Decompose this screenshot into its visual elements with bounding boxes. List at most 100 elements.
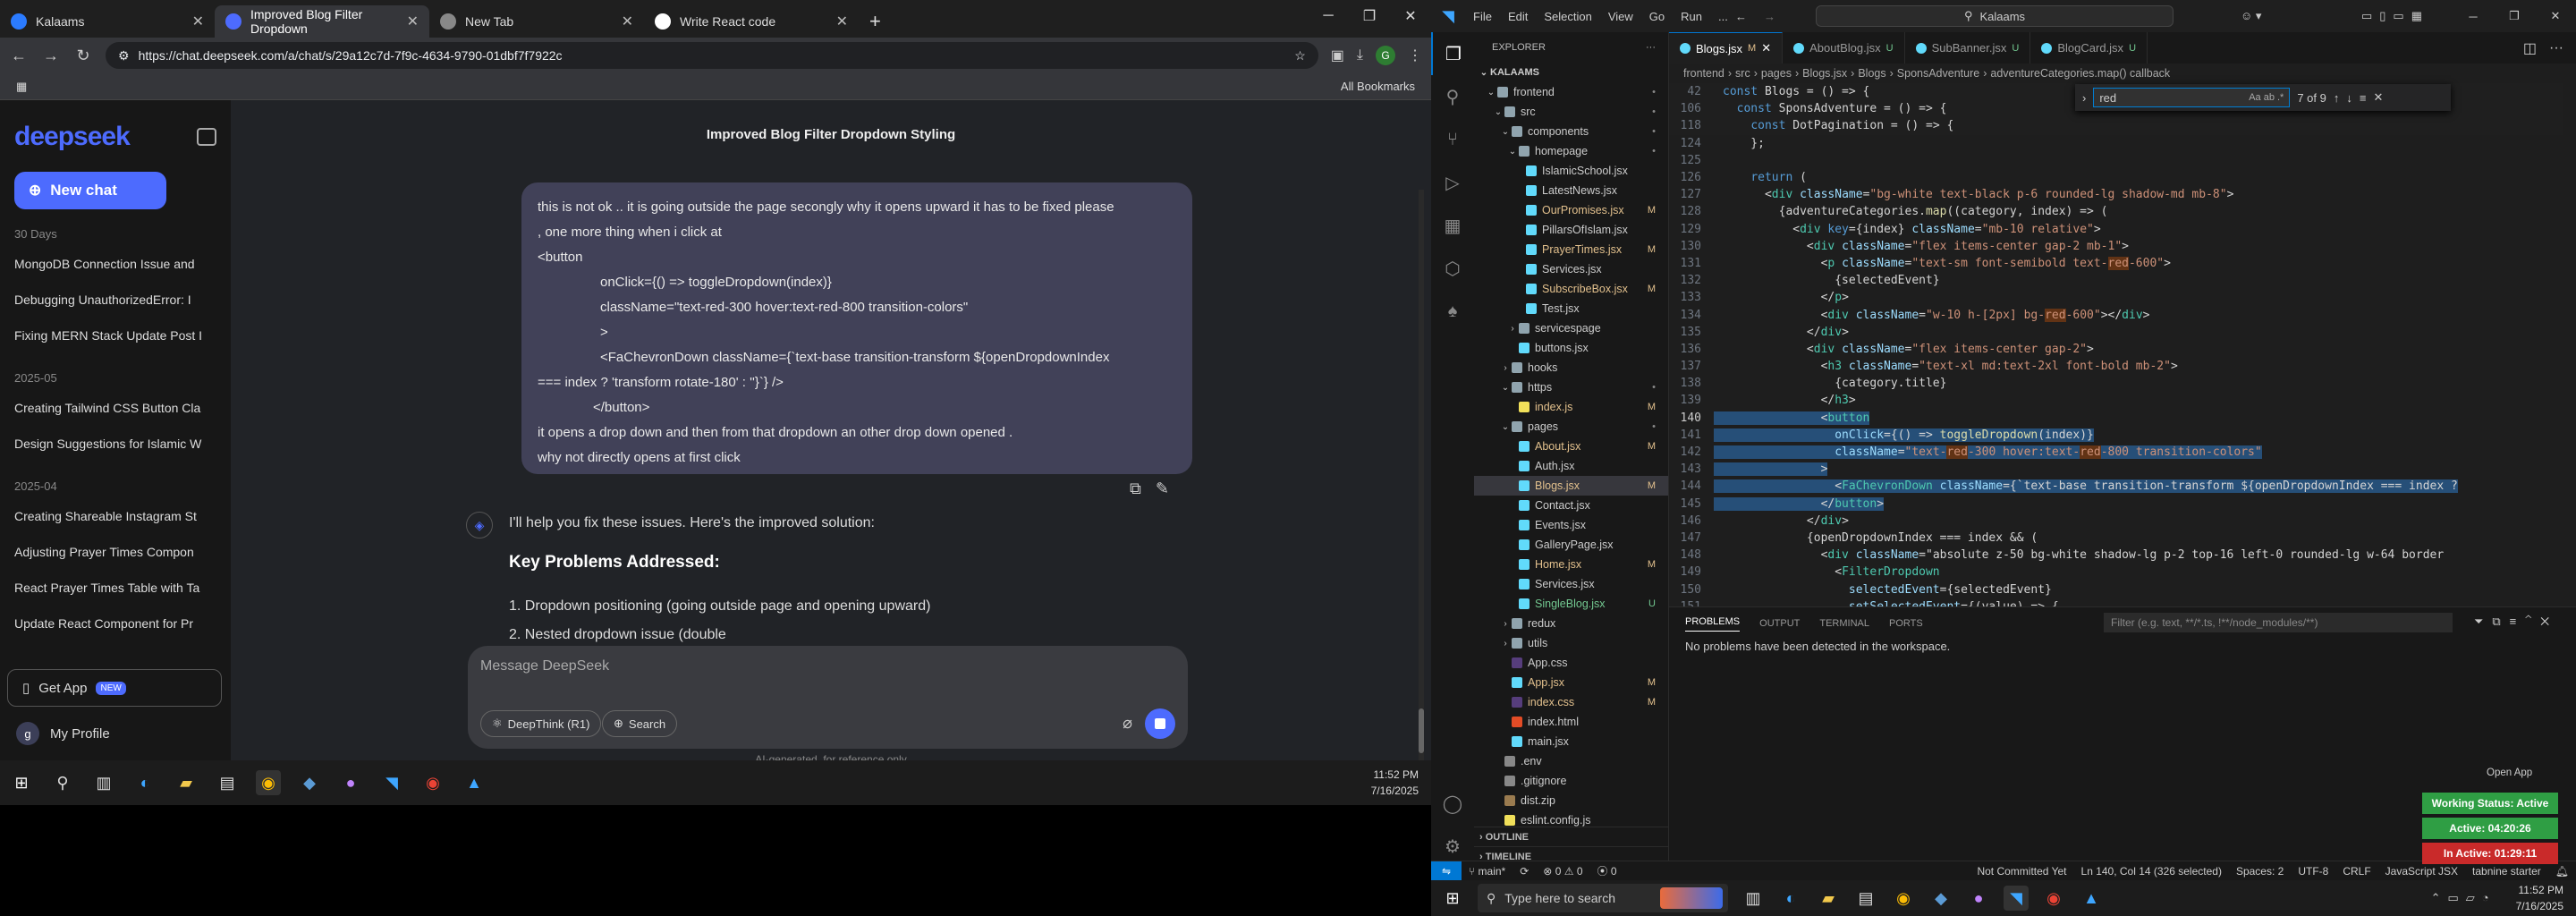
code-line[interactable]: 130 <div className="flex items-center ga…	[1669, 238, 2563, 255]
run-debug-icon[interactable]: ▷	[1431, 161, 1474, 204]
code-line[interactable]: 125	[1669, 152, 2563, 169]
code-line[interactable]: 144 <FaChevronDown className={`text-base…	[1669, 478, 2563, 495]
deepthink-toggle[interactable]: ⚛ DeepThink (R1)	[480, 710, 602, 737]
task-view-icon[interactable]: ▥	[91, 770, 116, 795]
tree-file[interactable]: index.js M	[1474, 397, 1668, 417]
editor-tab-subbanner[interactable]: SubBanner.jsx U	[1905, 32, 2031, 64]
tree-file[interactable]: dist.zip	[1474, 791, 1668, 810]
tree-file[interactable]: About.jsx M	[1474, 437, 1668, 456]
chrome-icon[interactable]: ◉	[256, 770, 281, 795]
new-tab-button[interactable]: +	[859, 5, 892, 38]
my-profile[interactable]: g My Profile	[16, 722, 110, 745]
code-line[interactable]: 131 <p className="text-sm font-semibold …	[1669, 255, 2563, 272]
code-line[interactable]: 151 setSelectedEvent={(value) => {	[1669, 598, 2563, 606]
minimize-icon[interactable]: ─	[2453, 0, 2494, 32]
history-item[interactable]: Fixing MERN Stack Update Post I	[14, 318, 216, 353]
history-item[interactable]: Debugging UnauthorizedError: I	[14, 282, 216, 318]
chrome-icon[interactable]: ◉	[420, 770, 445, 795]
split-editor-icon[interactable]: ◫	[2523, 39, 2537, 57]
tree-file[interactable]: .gitignore	[1474, 771, 1668, 791]
editor-tab-blogcard[interactable]: BlogCard.jsx U	[2030, 32, 2148, 64]
close-find-icon[interactable]: ✕	[2373, 90, 2383, 105]
breadcrumb-item[interactable]: frontend	[1683, 67, 1724, 80]
code-line[interactable]: 141 onClick={() => toggleDropdown(index)…	[1669, 427, 2563, 444]
tree-folder[interactable]: › redux	[1474, 614, 1668, 633]
maximize-icon[interactable]: ❐	[1349, 0, 1390, 32]
tree-file[interactable]: App.css	[1474, 653, 1668, 673]
tab-kalaams[interactable]: Kalaams ✕	[0, 5, 215, 38]
find-in-selection-icon[interactable]: ≡	[2360, 91, 2367, 105]
tree-folder[interactable]: ⌄ https •	[1474, 377, 1668, 397]
code-line[interactable]: 139 </h3>	[1669, 392, 2563, 409]
menu-more[interactable]: ...	[1710, 10, 1736, 23]
code-line[interactable]: 150 selectedEvent={selectedEvent}	[1669, 581, 2563, 598]
collapse-sidebar-icon[interactable]	[197, 128, 216, 146]
code-line[interactable]: 134 <div className="w-10 h-[2px] bg-red-…	[1669, 306, 2563, 323]
remote-icon[interactable]: ⇋	[1431, 861, 1462, 881]
tree-folder[interactable]: › servicespage	[1474, 318, 1668, 338]
breadcrumb-item[interactable]: adventureCategories.map() callback	[1990, 67, 2170, 80]
sync-icon[interactable]: ⟳	[1513, 865, 1536, 878]
more-actions-icon[interactable]: ···	[1646, 42, 1656, 53]
chat-scrollbar[interactable]	[1419, 190, 1424, 762]
app-icon[interactable]: ◆	[1928, 886, 1953, 911]
code-line[interactable]: 133 </p>	[1669, 289, 2563, 306]
account-icon[interactable]: ◯	[1431, 782, 1474, 825]
store-icon[interactable]: ▤	[215, 770, 240, 795]
menu-view[interactable]: View	[1600, 10, 1641, 23]
tree-file[interactable]: index.css M	[1474, 692, 1668, 712]
app-icon[interactable]: ◆	[297, 770, 322, 795]
tree-folder[interactable]: ⌄ homepage •	[1474, 141, 1668, 161]
tabnine-status[interactable]: tabnine starter	[2465, 865, 2548, 878]
vscode-icon[interactable]: ◥	[379, 770, 404, 795]
forward-icon[interactable]: →	[41, 47, 61, 65]
problems-indicator[interactable]: ⊗ 0 ⚠ 0	[1536, 865, 1589, 878]
tab-new-tab[interactable]: New Tab ✕	[429, 5, 644, 38]
mongodb-leaf-icon[interactable]: ♠	[1431, 290, 1474, 333]
history-item[interactable]: React Prayer Times Table with Ta	[14, 570, 216, 606]
breadcrumb-item[interactable]: src	[1735, 67, 1750, 80]
cursor-position[interactable]: Ln 140, Col 14 (326 selected)	[2074, 865, 2229, 878]
tree-file[interactable]: OurPromises.jsx M	[1474, 200, 1668, 220]
tree-file[interactable]: App.jsx M	[1474, 673, 1668, 692]
vscode-icon[interactable]: ◥	[2004, 886, 2029, 911]
url-field[interactable]: ⚙ https://chat.deepseek.com/a/chat/s/29a…	[106, 42, 1318, 69]
code-line[interactable]: 143 >	[1669, 461, 2563, 478]
get-app-button[interactable]: ▯ Get App NEW	[7, 669, 222, 707]
windows-start-icon[interactable]: ⊞	[9, 770, 34, 795]
find-input[interactable]: red Aa ab .*	[2093, 88, 2291, 107]
history-item[interactable]: MongoDB Connection Issue and	[14, 246, 216, 282]
source-control-icon[interactable]: ⑂	[1431, 118, 1474, 161]
tab-problems[interactable]: PROBLEMS	[1685, 616, 1741, 632]
code-line[interactable]: 129 <div key={index} className="mb-10 re…	[1669, 221, 2563, 238]
file-explorer-icon[interactable]: ▰	[174, 770, 199, 795]
explorer-icon[interactable]: ❐	[1431, 32, 1474, 75]
scroll-thumb[interactable]	[1419, 708, 1424, 753]
more-actions-icon[interactable]: ···	[2549, 40, 2563, 56]
bookmark-star-icon[interactable]: ☆	[1294, 48, 1306, 64]
clock[interactable]: 11:52 PM 7/16/2025	[1371, 767, 1419, 799]
tree-file[interactable]: GalleryPage.jsx	[1474, 535, 1668, 555]
tree-folder[interactable]: ⌄ frontend •	[1474, 82, 1668, 102]
tree-folder[interactable]: › utils	[1474, 633, 1668, 653]
close-icon[interactable]: ✕	[1390, 0, 1431, 32]
code-editor[interactable]: 42 const Blogs = () => {106 const SponsAd…	[1669, 83, 2563, 606]
tree-file[interactable]: main.jsx	[1474, 732, 1668, 751]
branch-indicator[interactable]: ⑂ main*	[1462, 865, 1513, 878]
tree-file[interactable]: Contact.jsx	[1474, 496, 1668, 515]
tree-file[interactable]: Services.jsx	[1474, 574, 1668, 594]
code-line[interactable]: 138 {category.title}	[1669, 375, 2563, 392]
extensions-icon[interactable]: ▦	[1431, 204, 1474, 247]
tree-file[interactable]: index.html	[1474, 712, 1668, 732]
taskbar-search[interactable]: ⚲ Type here to search	[1478, 884, 1728, 912]
chrome-icon[interactable]: ◉	[2041, 886, 2066, 911]
tab-improved-blog[interactable]: Improved Blog Filter Dropdown ✕	[215, 5, 429, 38]
store-icon[interactable]: ▤	[1853, 886, 1878, 911]
tree-file[interactable]: PrayerTimes.jsx M	[1474, 240, 1668, 259]
menu-kebab-icon[interactable]: ⋮	[1408, 47, 1422, 64]
back-icon[interactable]: ←	[9, 47, 29, 65]
app-icon[interactable]: ▲	[462, 770, 487, 795]
tree-file[interactable]: Services.jsx	[1474, 259, 1668, 279]
tree-file[interactable]: SingleBlog.jsx U	[1474, 594, 1668, 614]
tree-file[interactable]: Blogs.jsx M	[1474, 476, 1668, 496]
